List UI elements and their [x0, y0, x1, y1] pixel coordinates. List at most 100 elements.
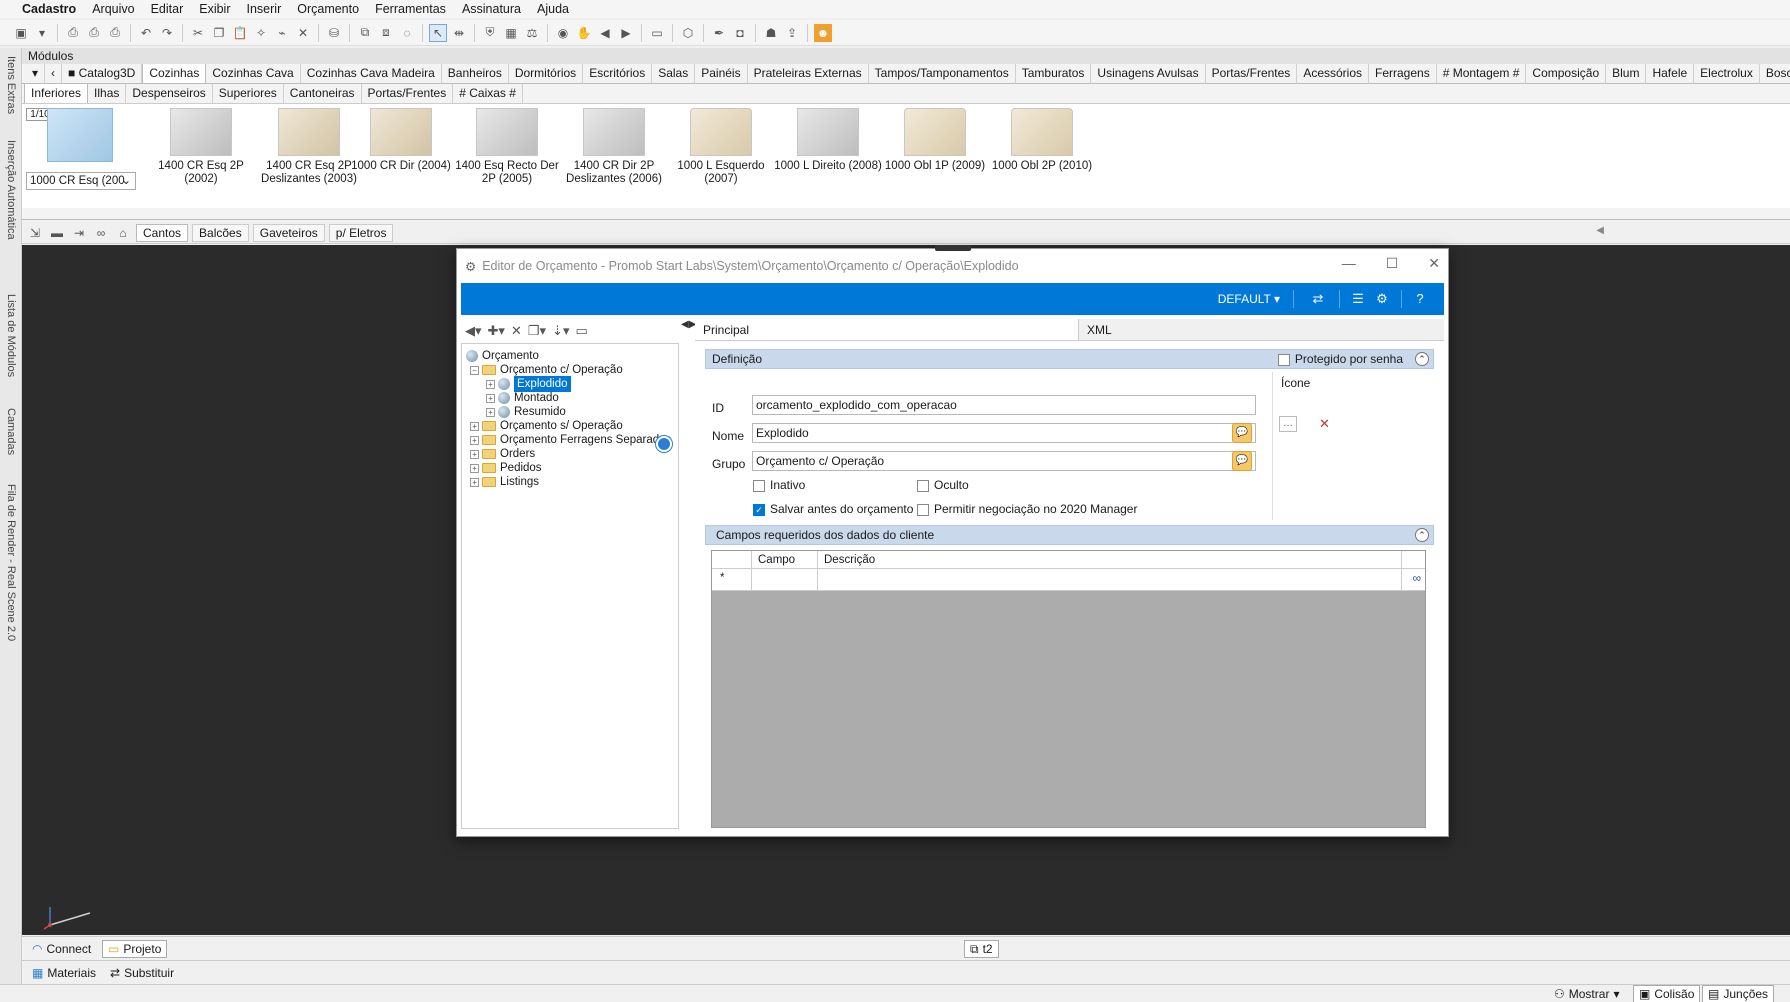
lasso-icon[interactable]: ◌	[398, 24, 416, 42]
eyedropper-icon[interactable]: ✒	[710, 24, 728, 42]
back-icon[interactable]: ◀▾	[465, 323, 482, 339]
tree-node-listings[interactable]: + Listings	[470, 474, 539, 490]
paste-icon[interactable]: 📋	[231, 24, 249, 42]
substituir-button[interactable]: ⇄ Substituir	[104, 964, 180, 982]
subtab-despenseiros[interactable]: Despenseiros	[126, 84, 213, 103]
menu-orcamento[interactable]: Orçamento	[289, 0, 367, 18]
protected-checkbox[interactable]: Protegido por senha	[1277, 350, 1403, 368]
clear-icon[interactable]: ✕	[1319, 416, 1330, 432]
collapse-section-icon[interactable]: ⌃	[1415, 352, 1429, 366]
group-icon[interactable]: ⧈	[377, 24, 395, 42]
refresh-icon[interactable]: ⇄	[1308, 289, 1328, 309]
database-icon[interactable]: ⛁	[325, 24, 343, 42]
module-item[interactable]: 1400 CR Dir 2P Deslizantes (2006)	[559, 108, 669, 186]
printer-icon[interactable]: ⎙	[106, 24, 124, 42]
tab-p-eletros[interactable]: p/ Eletros	[328, 223, 394, 242]
save-icon[interactable]: ▣	[12, 24, 30, 42]
binoculars-icon[interactable]: ∞	[1412, 571, 1421, 585]
scene-tab-t2[interactable]: ⧉ t2	[964, 940, 999, 958]
copy-icon[interactable]: ❐	[210, 24, 228, 42]
tab-montagem[interactable]: # Montagem #	[1437, 64, 1527, 83]
tab-electrolux[interactable]: Electrolux	[1694, 64, 1760, 83]
juncoes-toggle[interactable]: ▤ Junções	[1702, 985, 1775, 1002]
tab-xml[interactable]: XML	[1079, 319, 1444, 340]
lock-icon[interactable]: ⌂	[114, 224, 132, 242]
menu-assinatura[interactable]: Assinatura	[454, 0, 529, 18]
tab-tamburatos[interactable]: Tamburatos	[1016, 64, 1092, 83]
module-item[interactable]: 1000 Obl 1P (2009)	[880, 108, 990, 173]
eye-icon[interactable]: ◉	[554, 24, 572, 42]
tab-camadas[interactable]: Camadas	[2, 408, 20, 480]
module-item[interactable]: 1000 CR Dir (2004)	[346, 108, 456, 173]
redo-icon[interactable]: ↷	[158, 24, 176, 42]
tab-blum[interactable]: Blum	[1606, 64, 1647, 83]
magic-wand-icon[interactable]: ✧	[252, 24, 270, 42]
dialog-titlebar[interactable]: ⚙ Editor de Orçamento - Promob Start Lab…	[457, 249, 1448, 283]
dropdown-arrow-icon[interactable]: ▾	[33, 24, 51, 42]
copy-icon[interactable]: ❐▾	[528, 323, 546, 339]
checkbox[interactable]	[917, 503, 929, 516]
cell-descricao[interactable]	[818, 569, 1402, 590]
grupo-field[interactable]: Orçamento c/ Operação	[752, 451, 1256, 471]
salvar-checkbox[interactable]: ✓ Salvar antes do orçamento	[753, 502, 913, 516]
select-pointer-icon[interactable]: ↖	[429, 23, 447, 42]
module-item[interactable]: 1000 Obl 2P (2010)	[987, 108, 1097, 173]
materiais-button[interactable]: ▦ Materiais	[26, 964, 102, 982]
tab-principal[interactable]: Principal	[695, 319, 1079, 340]
checkbox[interactable]	[917, 479, 929, 492]
print-icon[interactable]: ⎙	[64, 24, 82, 42]
arrow-right-icon[interactable]: ▶	[617, 24, 635, 42]
arrow-left-icon[interactable]: ◀	[596, 24, 614, 42]
scroll-left-icon[interactable]: ‹	[45, 64, 63, 83]
move-icon[interactable]: ⇣▾	[552, 323, 569, 339]
subtab-portas-frentes[interactable]: Portas/Frentes	[362, 84, 454, 103]
projeto-button[interactable]: ▭ Projeto	[102, 940, 168, 958]
mostrar-dropdown[interactable]: ⚇ Mostrar ▾	[1548, 985, 1625, 1002]
shield-icon[interactable]: ⛨	[481, 24, 499, 42]
tab-escritorios[interactable]: Escritórios	[583, 64, 653, 83]
tab-banheiros[interactable]: Banheiros	[442, 64, 509, 83]
camera-icon[interactable]: ◘	[731, 24, 749, 42]
line-tool-icon[interactable]: ▬	[48, 224, 66, 242]
list-view-icon[interactable]: ☰	[1348, 289, 1368, 309]
folder-icon[interactable]: ▭	[575, 323, 587, 339]
menu-arquivo[interactable]: Arquivo	[84, 0, 142, 18]
close-icon[interactable]: ✕	[1428, 255, 1440, 272]
colisao-toggle[interactable]: ▣ Colisão	[1633, 985, 1701, 1002]
cube-icon[interactable]: ⬡	[679, 24, 697, 42]
cut-icon[interactable]: ✂	[189, 24, 207, 42]
subtab-caixas[interactable]: # Caixas #	[453, 84, 523, 103]
dropdown-arrow-icon[interactable]: ▾	[26, 64, 46, 83]
subtab-cantoneiras[interactable]: Cantoneiras	[284, 84, 362, 103]
import-icon[interactable]: ⇥	[70, 224, 88, 242]
expand-icon[interactable]: +	[470, 463, 479, 473]
chart-icon[interactable]: ▦	[502, 24, 520, 42]
paint-brush-icon[interactable]: ⌁	[273, 24, 291, 42]
tab-balcoes[interactable]: Balcões	[192, 223, 249, 242]
inativo-checkbox[interactable]: Inativo	[753, 478, 805, 492]
tab-portas-frentes[interactable]: Portas/Frentes	[1206, 64, 1298, 83]
collapse-panel-icon[interactable]: ◀▶	[681, 319, 696, 339]
hand-icon[interactable]: ✋	[575, 24, 593, 42]
tab-lista-modulos[interactable]: Lista de Módulos	[2, 294, 20, 404]
tab-composicao[interactable]: Composição	[1526, 64, 1607, 83]
expand-icon[interactable]: +	[470, 477, 479, 487]
binoculars-icon[interactable]: ∞	[92, 224, 110, 242]
menu-editar[interactable]: Editar	[143, 0, 192, 18]
undo-icon[interactable]: ↶	[137, 24, 155, 42]
tab-acessorios[interactable]: Acessórios	[1297, 64, 1369, 83]
module-item[interactable]: 1400 Esq Recto Der 2P (2005)	[452, 108, 562, 186]
dimension-icon[interactable]: ⇹	[450, 24, 468, 42]
menu-ajuda[interactable]: Ajuda	[529, 0, 577, 18]
module-item-selected[interactable]	[30, 108, 130, 166]
id-field[interactable]: orcamento_explodido_com_operacao	[752, 395, 1256, 415]
tab-cantos[interactable]: Cantos	[136, 223, 189, 242]
minimize-icon[interactable]: —	[1342, 255, 1356, 272]
settings-icon[interactable]: ⚙	[1372, 289, 1392, 309]
menu-exibir[interactable]: Exibir	[191, 0, 238, 18]
checkbox[interactable]	[1277, 353, 1290, 366]
oculto-checkbox[interactable]: Oculto	[917, 478, 969, 492]
icon-browse-button[interactable]: …	[1279, 416, 1297, 432]
tab-catalog3d[interactable]: ■ Catalog3D	[62, 64, 143, 83]
expand-icon[interactable]: +	[470, 449, 479, 459]
